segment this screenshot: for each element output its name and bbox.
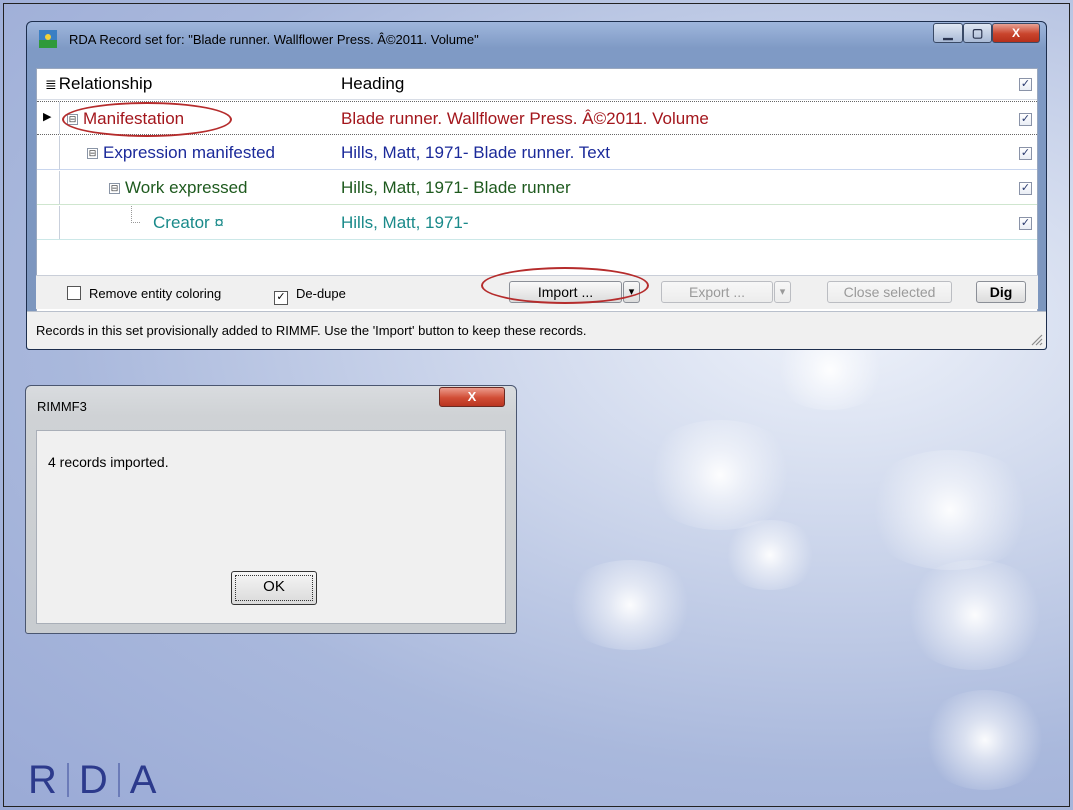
heading-cell: Hills, Matt, 1971- Blade runner. Text [341,143,610,162]
minimize-icon: ▁ [943,26,953,40]
dialog-body: 4 records imported. OK [36,430,506,624]
checkbox-box: ✓ [274,291,288,305]
row-selector[interactable] [37,136,60,169]
collapse-toggle-icon[interactable]: ⊟ [109,183,120,194]
options-toolbar: Remove entity coloring ✓ De-dupe Import .… [36,275,1038,309]
import-dropdown-button[interactable]: ▾ [623,281,640,303]
relationship-cell: ⊟ Manifestation [67,109,185,128]
table-row[interactable]: ⊟ Expression manifested Hills, Matt, 1971… [37,136,1037,170]
dialog-title: RIMMF3 [37,399,87,414]
relationship-cell: ⊟ Work expressed [109,178,248,197]
ok-button[interactable]: OK [231,571,317,605]
row-checkbox[interactable]: ✓ [1019,182,1032,195]
maximize-button[interactable]: ▢ [963,23,992,43]
rda-logo: RDA [28,758,157,802]
grid-header: ≣ Relationship Heading ✓ [37,69,1037,100]
focus-rect [235,575,313,601]
row-checkbox[interactable]: ✓ [1019,147,1032,160]
logo-divider [66,763,69,797]
close-selected-button[interactable]: Close selected [827,281,952,303]
import-button[interactable]: Import ... [509,281,622,303]
heading-cell: Hills, Matt, 1971- Blade runner [341,178,571,197]
export-dropdown-button[interactable]: ▾ [774,281,791,303]
relationship-cell: Creator ¤ [153,213,224,232]
background-sparkle [920,690,1050,790]
background-sparkle [640,420,800,530]
collapse-toggle-icon[interactable]: ⊟ [87,148,98,159]
record-set-window: RDA Record set for: "Blade runner. Wallf… [26,21,1047,350]
rimmf3-dialog: RIMMF3 X 4 records imported. OK [25,385,517,634]
logo-divider [117,763,120,797]
row-checkbox[interactable]: ✓ [1019,113,1032,126]
resize-grip-icon[interactable] [1029,332,1043,346]
export-button[interactable]: Export ... [661,281,773,303]
collapse-toggle-icon[interactable]: ⊟ [67,114,78,125]
close-button[interactable]: X [992,23,1040,43]
row-selector[interactable] [37,171,60,204]
dig-button[interactable]: Dig [976,281,1026,303]
minimize-button[interactable]: ▁ [933,23,963,43]
dialog-message: 4 records imported. [48,454,169,470]
relationship-cell: ⊟ Expression manifested [87,143,275,162]
window-title: RDA Record set for: "Blade runner. Wallf… [69,32,479,47]
background-sparkle [860,450,1040,570]
heading-cell: Blade runner. Wallflower Press. Â©2011. … [341,109,709,128]
relationship-column-header[interactable]: ≣ Relationship [45,74,152,94]
row-selector[interactable]: ▶ [37,102,60,134]
close-icon: X [1011,26,1020,40]
row-selector[interactable] [37,206,60,239]
dialog-close-button[interactable]: X [439,387,505,407]
select-all-checkbox[interactable]: ✓ [1019,78,1032,91]
maximize-icon: ▢ [971,26,984,40]
status-bar: Records in this set provisionally added … [27,311,1046,349]
table-row[interactable]: ⊟ Work expressed Hills, Matt, 1971- Blade… [37,171,1037,205]
de-dupe-checkbox[interactable]: ✓ De-dupe [274,286,346,305]
background-sparkle [900,560,1050,670]
heading-cell: Hills, Matt, 1971- [341,213,469,232]
tree-connector [131,206,140,223]
table-row[interactable]: ▶ ⊟ Manifestation Blade runner. Wallflowe… [37,101,1037,135]
column-chooser-icon[interactable]: ≣ [45,76,57,92]
background-sparkle [560,560,700,650]
table-row[interactable]: Creator ¤ Hills, Matt, 1971- ✓ [37,206,1037,240]
title-bar[interactable]: RDA Record set for: "Blade runner. Wallf… [27,22,1046,56]
app-icon [39,30,57,48]
current-row-pointer-icon: ▶ [43,111,52,123]
checkbox-box [67,286,81,300]
remove-entity-coloring-checkbox[interactable]: Remove entity coloring [67,286,221,301]
close-icon: X [467,389,477,404]
row-checkbox[interactable]: ✓ [1019,217,1032,230]
status-text: Records in this set provisionally added … [36,323,587,338]
background-sparkle [720,520,820,590]
heading-column-header[interactable]: Heading [341,74,404,94]
